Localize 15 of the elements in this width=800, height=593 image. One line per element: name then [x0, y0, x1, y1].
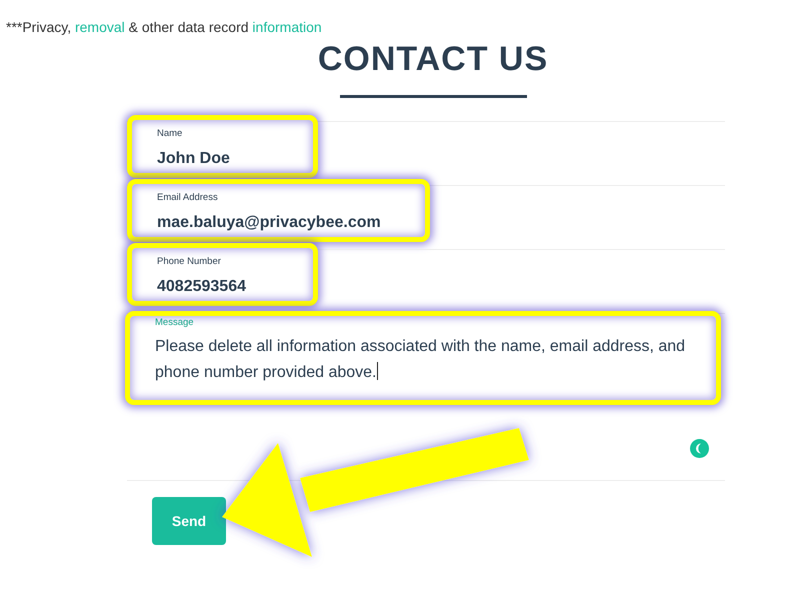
input-field[interactable]: Name John Doe: [127, 115, 318, 178]
field-label: Phone Number: [157, 256, 222, 268]
field-value: mae.baluya@privacybee.com: [157, 213, 381, 233]
crescent-icon[interactable]: [690, 439, 709, 458]
field-label: Email Address: [157, 192, 219, 204]
field-label: Message: [155, 317, 195, 329]
message-field[interactable]: Message Please delete all information associated with the name, email address, and phone number provided above.: [125, 311, 721, 405]
privacy-note: ***Privacy, removal & other data record information: [6, 18, 322, 36]
field-label: Name: [157, 128, 184, 140]
field-value: 4082593564: [157, 277, 247, 297]
page-title: CONTACT US: [318, 39, 548, 79]
input-field[interactable]: Email Address mae.baluya@privacybee.com: [127, 179, 430, 242]
field-value: Please delete all information associated with the name, email address, and phone number provided above.: [155, 334, 696, 386]
input-field[interactable]: Phone Number 4082593564: [127, 243, 318, 306]
field-value: John Doe: [157, 149, 231, 169]
